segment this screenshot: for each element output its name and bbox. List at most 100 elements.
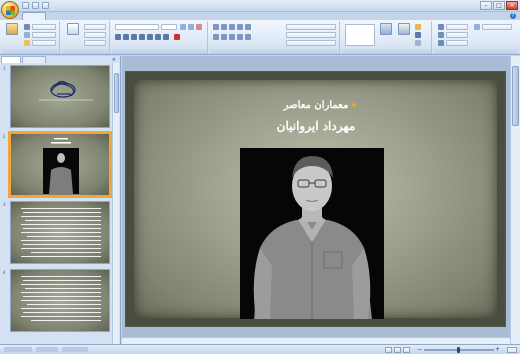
clear-formatting-icon[interactable] <box>196 24 202 30</box>
tab-outline[interactable] <box>22 56 46 63</box>
drawing-group-label <box>342 49 431 54</box>
find-button[interactable] <box>446 24 468 30</box>
ribbon-tab[interactable] <box>48 12 66 20</box>
editor-vertical-scrollbar[interactable] <box>510 56 520 344</box>
zoom-slider[interactable] <box>424 347 494 353</box>
shape-effects-icon[interactable] <box>415 40 421 46</box>
paste-button[interactable] <box>4 23 20 35</box>
slide-sorter-view-button[interactable] <box>394 347 401 353</box>
decrease-indent-icon[interactable] <box>229 24 235 30</box>
shadow-icon[interactable] <box>147 34 153 40</box>
ribbon-tab[interactable] <box>140 12 160 20</box>
shapes-gallery[interactable] <box>345 24 375 46</box>
redo-icon[interactable] <box>42 2 49 9</box>
font-size-select[interactable] <box>161 24 177 30</box>
font-name-select[interactable] <box>115 24 159 30</box>
shape-fill-icon[interactable] <box>415 24 421 30</box>
close-button[interactable]: × <box>506 1 518 10</box>
layout-button[interactable] <box>84 24 106 30</box>
new-slide-button[interactable] <box>65 23 81 35</box>
slide-thumbnail-image <box>8 131 112 198</box>
ribbon-tab[interactable] <box>92 12 114 20</box>
increase-indent-icon[interactable] <box>237 24 243 30</box>
align-text-button[interactable] <box>286 32 336 38</box>
slide-number: 4 <box>3 270 6 275</box>
shape-outline-icon[interactable] <box>415 32 421 38</box>
align-left-icon[interactable] <box>213 34 219 40</box>
panel-scroll-thumb[interactable] <box>114 73 119 113</box>
select-icon[interactable] <box>438 40 444 46</box>
columns-icon[interactable] <box>245 34 251 40</box>
format-painter-icon[interactable] <box>24 40 30 46</box>
bold-icon[interactable] <box>115 34 121 40</box>
font-group-label <box>112 49 207 54</box>
undo-icon[interactable] <box>32 2 39 9</box>
normal-view-button[interactable] <box>385 347 392 353</box>
ribbon <box>0 20 520 55</box>
arrange-button[interactable] <box>378 23 394 35</box>
fit-to-window-button[interactable] <box>507 347 517 353</box>
copy-icon[interactable] <box>24 32 30 38</box>
clipboard-group-label <box>2 49 59 54</box>
office-button[interactable] <box>1 1 19 19</box>
editing-extra-button[interactable] <box>482 24 512 30</box>
current-slide[interactable]: معماران معاصر مهرداد ایروانیان <box>125 71 506 327</box>
slide-title-line-1[interactable]: معماران معاصر <box>226 100 406 111</box>
italic-icon[interactable] <box>123 34 129 40</box>
convert-to-smartart-button[interactable] <box>286 40 336 46</box>
underline-icon[interactable] <box>131 34 137 40</box>
panel-scrollbar[interactable] <box>112 63 119 344</box>
align-right-icon[interactable] <box>229 34 235 40</box>
slide-title-line-2[interactable]: مهرداد ایروانیان <box>226 119 406 133</box>
numbering-icon[interactable] <box>221 24 227 30</box>
replace-icon[interactable] <box>438 32 444 38</box>
ribbon-tab[interactable] <box>68 12 90 20</box>
editor-horizontal-scrollbar[interactable] <box>122 337 510 344</box>
cut-icon[interactable] <box>24 24 30 30</box>
arrange-icon <box>380 23 392 35</box>
ribbon-tab[interactable] <box>184 12 204 20</box>
ribbon-tab[interactable] <box>22 12 46 20</box>
view-buttons <box>385 347 410 353</box>
grow-font-icon[interactable] <box>180 24 186 30</box>
quick-styles-icon <box>398 23 410 35</box>
slide-show-button[interactable] <box>403 347 410 353</box>
maximize-button[interactable]: □ <box>493 1 505 10</box>
text-direction-button[interactable] <box>286 24 336 30</box>
font-color-icon[interactable] <box>174 34 180 40</box>
zoom-out-icon[interactable]: − <box>417 346 422 353</box>
justify-icon[interactable] <box>237 34 243 40</box>
replace-button[interactable] <box>446 32 468 38</box>
ribbon-tab[interactable] <box>162 12 182 20</box>
thumbnail-text-lines <box>21 208 101 257</box>
char-spacing-icon[interactable] <box>155 34 161 40</box>
editing-group-label <box>434 49 518 54</box>
minimize-button[interactable]: – <box>480 1 492 10</box>
editing-group <box>434 21 518 54</box>
zoom-in-icon[interactable]: + <box>495 346 500 353</box>
zoom-slider-knob[interactable] <box>457 347 460 353</box>
line-spacing-icon[interactable] <box>245 24 251 30</box>
help-icon[interactable]: ? <box>510 13 516 19</box>
change-case-icon[interactable] <box>163 34 169 40</box>
shrink-font-icon[interactable] <box>188 24 194 30</box>
tab-slides[interactable] <box>1 56 21 63</box>
delete-button[interactable] <box>84 40 106 46</box>
copy-label-area[interactable] <box>32 32 56 38</box>
language-status[interactable] <box>62 347 88 352</box>
format-painter-label-area[interactable] <box>32 40 56 46</box>
editing-extra-icon[interactable] <box>474 24 480 30</box>
find-icon[interactable] <box>438 24 444 30</box>
clipboard-group <box>2 21 60 54</box>
strikethrough-icon[interactable] <box>139 34 145 40</box>
cut-label-area[interactable] <box>32 24 56 30</box>
reset-button[interactable] <box>84 32 106 38</box>
save-icon[interactable] <box>22 2 29 9</box>
bullets-icon[interactable] <box>213 24 219 30</box>
quick-styles-button[interactable] <box>396 23 412 35</box>
align-center-icon[interactable] <box>221 34 227 40</box>
editor-scroll-thumb[interactable] <box>512 66 519 126</box>
select-button[interactable] <box>446 40 468 46</box>
ribbon-tab[interactable] <box>116 12 138 20</box>
portrait-photo[interactable] <box>240 148 384 319</box>
